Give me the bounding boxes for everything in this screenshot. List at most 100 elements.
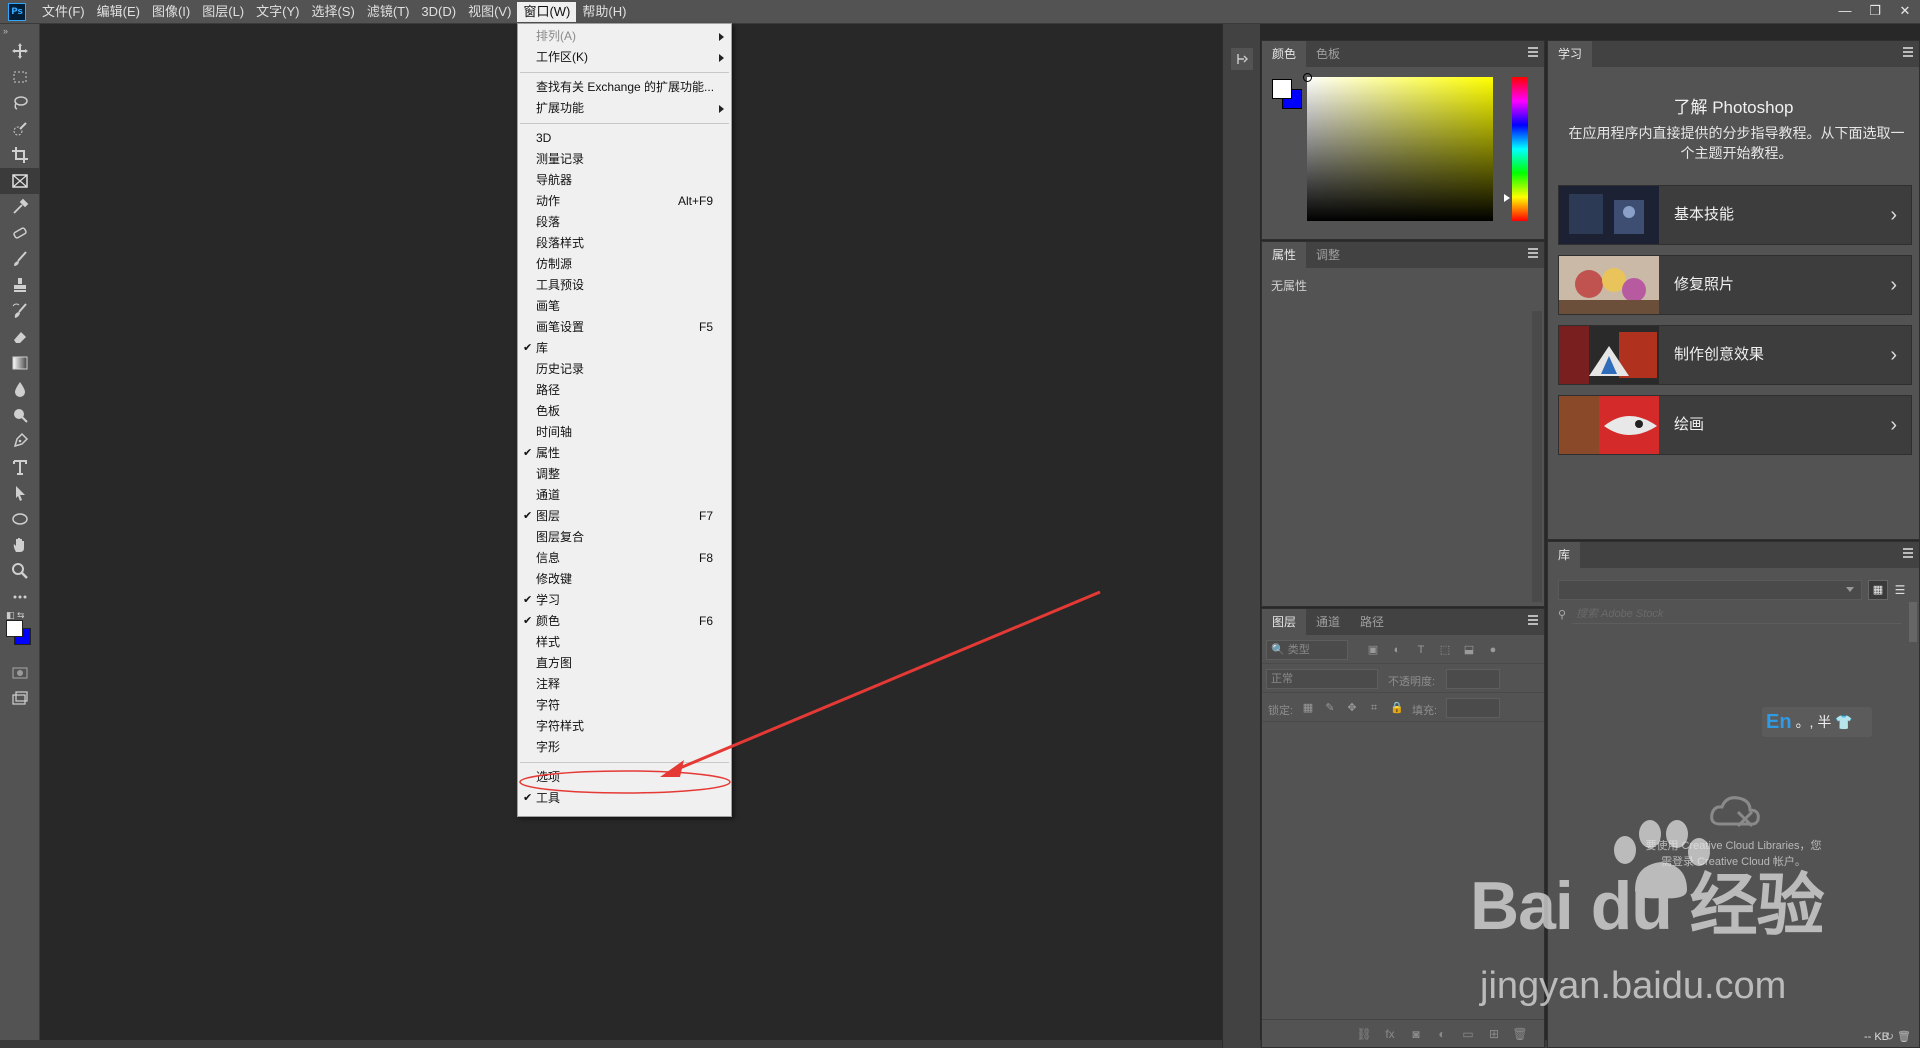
window-menu-item[interactable]: 段落样式 — [518, 233, 731, 254]
window-menu-item[interactable]: 调整 — [518, 464, 731, 485]
menu-help[interactable]: 帮助(H) — [576, 2, 632, 22]
panel-menu-icon[interactable] — [1528, 248, 1538, 260]
eraser-tool-icon[interactable] — [0, 324, 40, 350]
tab-paths[interactable]: 路径 — [1350, 609, 1394, 635]
brush-tool-icon[interactable] — [0, 246, 40, 272]
ime-indicator[interactable]: En 。, 半 👕 — [1762, 707, 1872, 737]
menu-file[interactable]: 文件(F) — [36, 2, 91, 22]
shape-tool-icon[interactable] — [0, 506, 40, 532]
window-menu-item[interactable]: 色板 — [518, 401, 731, 422]
window-menu-item[interactable]: 样式 — [518, 632, 731, 653]
learn-card-painting[interactable]: 绘画 › — [1558, 395, 1912, 455]
grid-view-icon[interactable]: ▦ — [1868, 580, 1888, 600]
libraries-scrollbar[interactable] — [1909, 602, 1917, 642]
minimize-button[interactable]: — — [1830, 0, 1860, 24]
color-saturation-field[interactable] — [1303, 73, 1493, 221]
fill-input[interactable] — [1446, 698, 1500, 718]
panel-menu-icon[interactable] — [1528, 615, 1538, 627]
zoom-tool-icon[interactable] — [0, 558, 40, 584]
close-button[interactable]: ✕ — [1890, 0, 1920, 24]
eyedropper-tool-icon[interactable] — [0, 194, 40, 220]
panel-menu-icon[interactable] — [1903, 47, 1913, 59]
lock-position-icon[interactable]: ✥ — [1346, 702, 1358, 714]
window-menu-item[interactable]: 工具预设 — [518, 275, 731, 296]
pen-tool-icon[interactable] — [0, 428, 40, 454]
list-view-icon[interactable]: ☰ — [1890, 580, 1910, 600]
menu-select[interactable]: 选择(S) — [305, 2, 360, 22]
lock-artboard-icon[interactable]: ⌗ — [1368, 702, 1380, 714]
sync-icon[interactable]: ↻ — [1885, 1031, 1894, 1043]
filter-type-icon[interactable]: T — [1415, 644, 1427, 656]
link-layers-icon[interactable]: ⛓ — [1356, 1027, 1372, 1041]
history-panel-icon[interactable] — [1230, 48, 1253, 70]
window-menu-item[interactable]: 排列(A) — [518, 26, 731, 47]
window-menu-item[interactable]: 画笔 — [518, 296, 731, 317]
screen-mode-icon[interactable] — [0, 686, 40, 712]
restore-button[interactable]: ❐ — [1860, 0, 1890, 24]
tab-adjustments[interactable]: 调整 — [1306, 242, 1350, 268]
quick-mask-icon[interactable] — [0, 660, 40, 686]
quick-selection-tool-icon[interactable] — [0, 116, 40, 142]
panel-menu-icon[interactable] — [1528, 47, 1538, 59]
tab-properties[interactable]: 属性 — [1262, 242, 1307, 268]
tab-swatches[interactable]: 色板 — [1306, 41, 1350, 67]
lock-pixels-icon[interactable]: ✎ — [1324, 702, 1336, 714]
blend-mode-select[interactable]: 正常 — [1266, 669, 1378, 689]
blur-tool-icon[interactable] — [0, 376, 40, 402]
window-menu-item[interactable]: 路径 — [518, 380, 731, 401]
library-select[interactable] — [1558, 580, 1862, 600]
menu-filter[interactable]: 滤镜(T) — [361, 2, 416, 22]
panel-menu-icon[interactable] — [1903, 548, 1913, 560]
window-menu-item[interactable]: 通道 — [518, 485, 731, 506]
type-tool-icon[interactable] — [0, 454, 40, 480]
layer-style-icon[interactable]: fx — [1382, 1027, 1398, 1041]
window-menu-item[interactable]: ✔ 工具 — [518, 788, 731, 809]
marquee-tool-icon[interactable] — [0, 64, 40, 90]
window-menu-item[interactable]: 3D — [518, 128, 731, 149]
hue-slider-handle-icon[interactable] — [1504, 194, 1510, 202]
menu-image[interactable]: 图像(I) — [146, 2, 196, 22]
properties-scrollbar[interactable] — [1532, 311, 1542, 602]
window-menu-item[interactable]: 查找有关 Exchange 的扩展功能... — [518, 77, 731, 98]
collapse-toolbar-icon[interactable]: » — [0, 24, 39, 38]
menu-view[interactable]: 视图(V) — [462, 2, 517, 22]
add-mask-icon[interactable]: ◙ — [1408, 1027, 1424, 1041]
window-menu-item[interactable]: 动作 Alt+F9 — [518, 191, 731, 212]
edit-toolbar-icon[interactable] — [0, 584, 40, 610]
color-panel-foreground-swatch[interactable] — [1272, 79, 1292, 99]
window-menu-item[interactable]: 仿制源 — [518, 254, 731, 275]
lock-all-icon[interactable]: 🔒 — [1390, 702, 1404, 714]
clone-stamp-tool-icon[interactable] — [0, 272, 40, 298]
window-menu-item[interactable]: ✔ 属性 — [518, 443, 731, 464]
frame-tool-icon[interactable] — [0, 168, 40, 194]
dodge-tool-icon[interactable] — [0, 402, 40, 428]
window-menu-item[interactable]: 图层复合 — [518, 527, 731, 548]
tab-channels[interactable]: 通道 — [1306, 609, 1350, 635]
window-menu-item[interactable]: 时间轴 — [518, 422, 731, 443]
gradient-tool-icon[interactable] — [0, 350, 40, 376]
hue-slider[interactable] — [1512, 77, 1528, 221]
learn-card-basic-skills[interactable]: 基本技能 › — [1558, 185, 1912, 245]
window-menu-item[interactable]: 扩展功能 — [518, 98, 731, 119]
window-menu-item[interactable]: 选项 — [518, 767, 731, 788]
filter-shape-icon[interactable]: ⬚ — [1439, 644, 1451, 656]
window-menu-item[interactable]: 字符样式 — [518, 716, 731, 737]
window-menu-item[interactable]: 导航器 — [518, 170, 731, 191]
menu-type[interactable]: 文字(Y) — [250, 2, 305, 22]
healing-brush-tool-icon[interactable] — [0, 220, 40, 246]
tab-learn[interactable]: 学习 — [1548, 41, 1593, 67]
opacity-input[interactable] — [1446, 669, 1500, 689]
history-brush-tool-icon[interactable] — [0, 298, 40, 324]
window-menu-item[interactable]: ✔ 库 — [518, 338, 731, 359]
menu-edit[interactable]: 编辑(E) — [91, 2, 146, 22]
window-menu-item[interactable]: 测量记录 — [518, 149, 731, 170]
window-menu-item[interactable]: ✔ 颜色 F6 — [518, 611, 731, 632]
menu-layer[interactable]: 图层(L) — [196, 2, 250, 22]
filter-toggle-icon[interactable]: ● — [1487, 644, 1499, 656]
lock-transparent-icon[interactable]: ▦ — [1302, 702, 1314, 714]
tab-libraries[interactable]: 库 — [1548, 542, 1581, 568]
filter-pixel-icon[interactable]: ▣ — [1367, 644, 1379, 656]
learn-card-fix-photo[interactable]: 修复照片 › — [1558, 255, 1912, 315]
window-menu-item[interactable]: 信息 F8 — [518, 548, 731, 569]
window-menu-item[interactable]: 字符 — [518, 695, 731, 716]
